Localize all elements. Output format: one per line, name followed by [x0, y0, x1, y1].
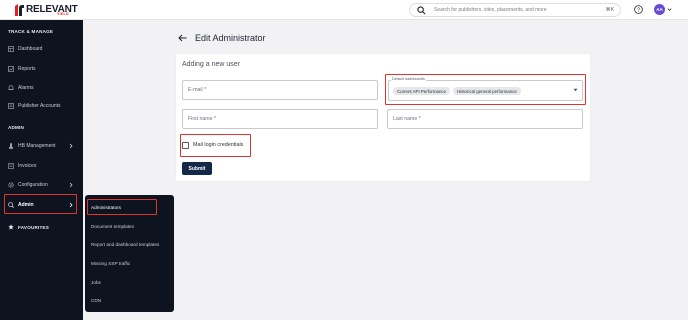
- submit-button[interactable]: Submit: [182, 162, 212, 175]
- sidebar-item-label: Publisher Accounts: [18, 103, 61, 109]
- sidebar-item-invoices[interactable]: Invoices: [0, 159, 83, 173]
- submenu-item-report-dashboard-templates[interactable]: Report and dashboard templates: [91, 242, 159, 247]
- favourites-label: FAVOURITES: [18, 224, 50, 230]
- default-dashboards-label: Default dashboards: [391, 77, 426, 81]
- chevron-right-icon: [69, 182, 73, 188]
- sidebar-item-reports[interactable]: Reports: [0, 62, 83, 76]
- mail-credentials-checkbox[interactable]: [182, 142, 189, 149]
- dashboard-icon: [8, 46, 14, 52]
- sidebar-item-label: HB Management: [18, 143, 56, 149]
- search-input[interactable]: Search for publishers, sites, placements…: [434, 7, 606, 13]
- sidebar-item-publisher-accounts[interactable]: Publisher Accounts: [0, 99, 83, 113]
- submenu-item-missing-ssp-traffic[interactable]: Missing SSP traffic: [91, 261, 130, 266]
- brand-name: RELEVANT: [26, 4, 78, 15]
- brand-tagline: YIELD: [57, 12, 69, 16]
- sidebar-item-label: Configuration: [18, 182, 48, 188]
- administrators-highlight-box: [87, 199, 157, 215]
- search-shortcut: ⌘K: [605, 7, 614, 13]
- first-name-placeholder: First name *: [188, 116, 216, 122]
- sidebar-item-label: Invoices: [18, 163, 37, 169]
- mail-credentials-label[interactable]: Mail login credentials: [193, 142, 243, 148]
- help-icon[interactable]: ?: [634, 5, 643, 14]
- section-label-admin: ADMIN: [8, 125, 25, 130]
- svg-text:?: ?: [637, 8, 640, 14]
- section-label-track-manage: TRACK & MANAGE: [8, 29, 54, 34]
- sidebar-item-label: Reports: [18, 66, 36, 72]
- alarm-icon: [8, 85, 14, 90]
- chevron-down-icon[interactable]: [667, 7, 672, 12]
- publisher-icon: [8, 103, 14, 109]
- sidebar-item-label: Dashboard: [18, 46, 43, 52]
- page-header: Edit Administrator: [178, 33, 266, 43]
- sidebar: TRACK & MANAGE Dashboard Reports Alarms …: [0, 20, 83, 320]
- dashboard-chip[interactable]: Current API Performance: [393, 87, 451, 95]
- sidebar-item-configuration[interactable]: Configuration: [0, 178, 83, 192]
- sidebar-item-dashboard[interactable]: Dashboard: [0, 42, 83, 56]
- dashboard-chip[interactable]: Historical general performance: [453, 87, 521, 95]
- sidebar-item-label: Alarms: [18, 85, 34, 91]
- global-search[interactable]: Search for publishers, sites, placements…: [409, 3, 621, 17]
- back-arrow-icon[interactable]: [178, 34, 187, 42]
- email-field[interactable]: E-mail *: [182, 80, 378, 100]
- invoice-icon: [8, 163, 14, 169]
- sidebar-item-hb-management[interactable]: HB Management: [0, 139, 83, 153]
- first-name-field[interactable]: First name *: [182, 109, 378, 129]
- sidebar-item-favourites[interactable]: FAVOURITES: [0, 220, 83, 234]
- top-bar: RELEVANT YIELD Search for publishers, si…: [0, 0, 688, 20]
- submenu-item-document-templates[interactable]: Document templates: [91, 224, 134, 229]
- search-icon: [417, 5, 426, 14]
- chevron-right-icon: [69, 143, 73, 149]
- dropdown-caret-icon[interactable]: [573, 88, 578, 92]
- star-icon: [8, 224, 14, 230]
- submenu-item-jobs[interactable]: Jobs: [91, 280, 101, 285]
- logo-mark-icon: [15, 4, 24, 16]
- sidebar-item-alarms[interactable]: Alarms: [0, 81, 83, 95]
- email-placeholder: E-mail *: [188, 87, 207, 93]
- page-title: Edit Administrator: [195, 33, 266, 43]
- hb-icon: [9, 143, 13, 149]
- last-name-placeholder: Last name *: [393, 116, 421, 122]
- card-title: Adding a new user: [182, 61, 240, 68]
- last-name-field[interactable]: Last name *: [387, 109, 583, 129]
- reports-icon: [8, 66, 14, 72]
- gear-icon: [8, 182, 14, 188]
- user-avatar[interactable]: AA: [654, 4, 665, 15]
- admin-highlight-box: [4, 194, 77, 214]
- submenu-item-cdn[interactable]: CDN: [91, 298, 101, 303]
